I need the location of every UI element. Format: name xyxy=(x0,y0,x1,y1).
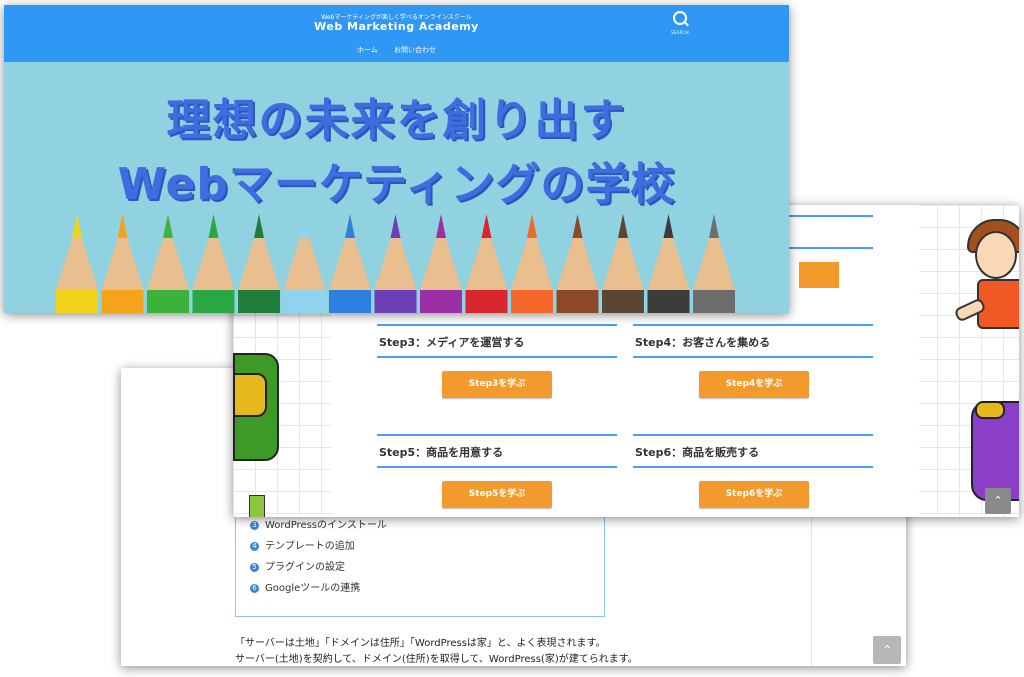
step6-heading: Step6：商品を販売する xyxy=(633,434,873,468)
step-button-partial[interactable] xyxy=(799,262,839,288)
scroll-to-top-button[interactable]: ⌃ xyxy=(985,488,1011,514)
toc-number-badge: 6 xyxy=(250,584,259,593)
table-of-contents: 3 WordPressのインストール 4 テンプレートの追加 5 プラグインの設定 6… xyxy=(235,506,605,617)
toc-item-label: Googleツールの連携 xyxy=(265,583,361,594)
search-button[interactable]: SEARCH xyxy=(667,11,693,39)
step6-button[interactable]: Step6を学ぶ xyxy=(699,481,809,508)
step5-heading: Step5：商品を用意する xyxy=(377,434,617,468)
pencil xyxy=(511,214,553,313)
toc-item[interactable]: 4 テンプレートの追加 xyxy=(250,541,355,553)
pencil xyxy=(56,214,98,313)
pencil xyxy=(147,214,189,313)
chevron-up-icon: ⌃ xyxy=(993,494,1003,507)
pencil xyxy=(556,214,599,313)
pencil xyxy=(374,214,417,313)
search-icon xyxy=(673,11,687,25)
nav-item-contact[interactable]: お問い合わせ xyxy=(394,46,436,54)
step4-heading: Step4：お客さんを集める xyxy=(633,324,873,358)
search-label: SEARCH xyxy=(671,30,689,35)
pencil xyxy=(465,214,508,313)
hero-banner: 理想の未来を創り出す Webマーケティングの学校 xyxy=(4,62,789,313)
hero-headline-line2: Webマーケティングの学校 xyxy=(117,159,676,210)
chevron-up-icon: ⌃ xyxy=(881,643,893,657)
toc-item[interactable]: 3 WordPressのインストール xyxy=(250,520,387,532)
step3-heading: Step3：メディアを運営する xyxy=(377,324,617,358)
toc-number-badge: 3 xyxy=(250,521,259,530)
homepage-screenshot: Webマーケティングが楽しく学べるオンラインスクール Web Marketing… xyxy=(4,5,789,313)
pencil xyxy=(283,214,326,313)
pencil xyxy=(329,214,371,313)
pencil xyxy=(238,214,280,313)
toc-item-label: テンプレートの追加 xyxy=(265,541,355,552)
toc-item-label: プラグインの設定 xyxy=(265,562,345,573)
step4-button[interactable]: Step4を学ぶ xyxy=(699,371,809,398)
pencil-illustration xyxy=(249,495,265,517)
backpack-strap-right xyxy=(975,401,1005,419)
nav-item-home[interactable]: ホーム xyxy=(357,46,378,54)
global-nav: ホーム お問い合わせ xyxy=(4,45,789,55)
toc-item[interactable]: 5 プラグインの設定 xyxy=(250,562,345,574)
toc-number-badge: 5 xyxy=(250,563,259,572)
scroll-to-top-button[interactable]: ⌃ xyxy=(873,636,901,664)
step5-button[interactable]: Step5を学ぶ xyxy=(442,481,552,508)
girl-illustration-face xyxy=(975,231,1017,279)
toc-number-badge: 4 xyxy=(250,542,259,551)
article-paragraph: サーバー(土地)を契約して、ドメイン(住所)を取得して、WordPress(家)… xyxy=(235,654,638,665)
pencil xyxy=(192,214,235,313)
hero-headline-line1: 理想の未来を創り出す xyxy=(166,95,627,146)
toc-item[interactable]: 6 Googleツールの連携 xyxy=(250,583,360,595)
pencil xyxy=(101,214,144,313)
pencil xyxy=(420,214,462,313)
pencil xyxy=(602,214,644,313)
step3-button[interactable]: Step3を学ぶ xyxy=(442,371,552,398)
article-paragraph: 「サーバーは土地」「ドメインは住所」「WordPressは家」と、よく表現されま… xyxy=(235,638,606,649)
pencil xyxy=(647,214,690,313)
backpack-strap-left xyxy=(233,373,267,417)
pencil xyxy=(693,214,735,313)
toc-item-label: WordPressのインストール xyxy=(265,520,387,531)
site-header: Webマーケティングが楽しく学べるオンラインスクール Web Marketing… xyxy=(4,5,789,62)
